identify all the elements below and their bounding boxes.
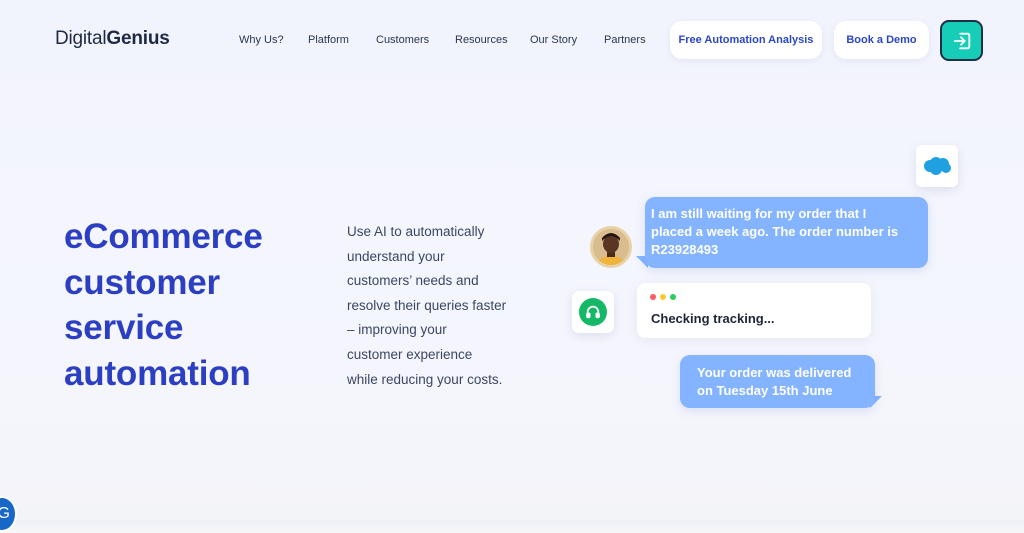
hero-description-line: Use AI to automatically xyxy=(347,224,485,239)
nav-partners[interactable]: Partners xyxy=(604,34,646,46)
support-agent-card xyxy=(572,291,614,333)
hero-description-line: understand your xyxy=(347,248,445,264)
free-automation-analysis-button[interactable]: Free Automation Analysis xyxy=(670,21,822,59)
hero-description-line: resolve their queries faster xyxy=(347,297,507,313)
section-divider xyxy=(0,520,1024,533)
nav-resources[interactable]: Resources xyxy=(455,34,508,46)
hero-title-line: automation xyxy=(64,353,251,393)
hero-description: Use AI to automatically understand your … xyxy=(347,220,527,392)
support-badge xyxy=(579,298,607,326)
login-button[interactable] xyxy=(940,20,983,61)
book-demo-button[interactable]: Book a Demo xyxy=(834,21,929,59)
status-dots xyxy=(650,294,676,300)
hero-title-line: eCommerce xyxy=(64,217,263,256)
salesforce-logo-icon xyxy=(924,157,951,175)
customer-message-line: I am still waiting for my order that I xyxy=(651,206,867,221)
logo[interactable]: DigitalGenius xyxy=(55,28,170,50)
nav-platform[interactable]: Platform xyxy=(308,34,349,46)
reply-message-line: on Tuesday 15th June xyxy=(697,383,833,398)
nav-our-story[interactable]: Our Story xyxy=(530,34,577,46)
hero-title-line: customer xyxy=(64,262,220,302)
customer-message-bubble: I am still waiting for my order that I p… xyxy=(645,197,928,268)
hero-description-line: customers’ needs and xyxy=(347,273,479,289)
reply-message-bubble: Your order was delivered on Tuesday 15th… xyxy=(680,355,875,408)
nav-customers[interactable]: Customers xyxy=(376,34,429,46)
chat-widget-label: G xyxy=(0,505,10,522)
status-card: Checking tracking... xyxy=(637,283,871,338)
logo-text-light: Digital xyxy=(55,28,107,49)
status-dot-green xyxy=(670,294,676,300)
hero-description-line: – improving your xyxy=(347,322,447,338)
hero-title: eCommerce customer service automation xyxy=(64,214,324,396)
status-dot-red xyxy=(650,294,656,300)
nav-why-us[interactable]: Why Us? xyxy=(239,34,284,46)
headset-icon xyxy=(586,305,600,319)
login-arrow-icon xyxy=(953,32,970,49)
status-text: Checking tracking... xyxy=(651,311,775,326)
logo-text-bold: Genius xyxy=(106,28,170,49)
customer-avatar-icon xyxy=(593,229,629,265)
status-dot-yellow xyxy=(660,294,666,300)
customer-message-line: placed a week ago. The order number is xyxy=(651,224,899,239)
customer-message-line: R23928493 xyxy=(651,242,719,257)
hero-title-line: service xyxy=(64,308,184,347)
customer-avatar xyxy=(590,226,632,268)
salesforce-card xyxy=(916,145,958,187)
hero-description-line: while reducing your costs. xyxy=(347,371,503,387)
hero-description-line: customer experience xyxy=(347,346,473,362)
reply-message-line: Your order was delivered xyxy=(697,365,852,380)
